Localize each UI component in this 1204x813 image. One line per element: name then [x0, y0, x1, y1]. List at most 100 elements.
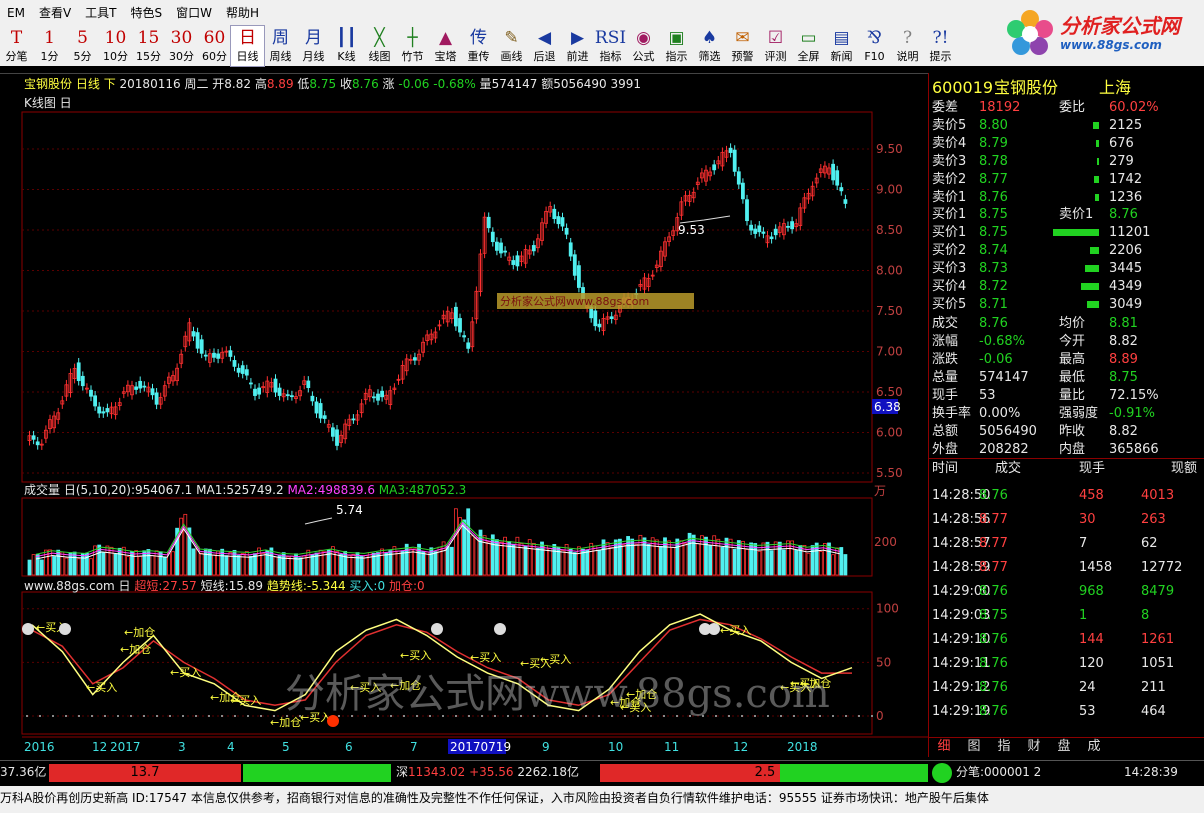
toolbar-button-8[interactable]: 周周线	[264, 26, 297, 66]
toolbar-button-23[interactable]: ☑ 评测	[759, 26, 792, 66]
connection-status-icon[interactable]	[932, 763, 952, 783]
time-axis-label: 9	[542, 740, 550, 754]
toolbar-button-26[interactable]: ⅋ F10	[858, 26, 891, 66]
buy-label: 买价1	[932, 225, 967, 240]
candle-body	[253, 388, 257, 396]
toolbar-button-1[interactable]: 1 1分	[33, 26, 66, 66]
toolbar-button-18[interactable]: RSI 指标	[594, 26, 627, 66]
toolbar-label-22: 预警	[731, 50, 754, 63]
menu-item-5[interactable]: 帮助H	[219, 0, 266, 26]
candle-body	[732, 149, 737, 172]
volume-bar	[68, 552, 73, 576]
volume-bar	[298, 557, 303, 576]
buy-volume: 11201	[1109, 225, 1151, 240]
toolbar-button-11[interactable]: ╳ 线图	[363, 26, 396, 66]
news-ticker[interactable]: 万科A股价再创历史新高 ID:17547 本信息仅供参考，招商银行对信息的准确性…	[0, 786, 1204, 813]
time-axis-label: 12	[733, 740, 748, 754]
quote-tab-0[interactable]: 细	[929, 738, 959, 757]
menu-item-4[interactable]: 窗口W	[169, 0, 219, 26]
quote-tab-3[interactable]: 财	[1019, 738, 1049, 757]
chart-area[interactable]: 宝钢股份 日线 下 20180116 周二 开8.82 高8.89 低8.75 …	[0, 73, 928, 757]
stat-row: 涨幅 -0.68% 今开 8.82	[929, 333, 1204, 351]
volume-bar-indicator	[1053, 229, 1099, 236]
toolbar-label-18: 指标	[599, 50, 622, 63]
toolbar-button-0[interactable]: T 分笔	[0, 26, 33, 66]
candle-body	[228, 350, 233, 357]
toolbar-button-14[interactable]: 传重传	[462, 26, 495, 66]
volume-bar	[425, 551, 430, 576]
menu-item-1[interactable]: 查看V	[32, 0, 78, 26]
quote-tab-4[interactable]: 盘	[1049, 738, 1079, 757]
candle-body	[273, 378, 278, 393]
sz-amt: 2262.18亿	[517, 765, 579, 779]
toolbar-button-16[interactable]: ◀ 后退	[528, 26, 561, 66]
toolbar-button-20[interactable]: ▣ 指示	[660, 26, 693, 66]
menu-item-0[interactable]: EM	[0, 0, 32, 26]
toolbar-label-12: 竹节	[401, 50, 424, 63]
indicator-qushi: 趋势线:-5.344	[266, 579, 346, 593]
toolbar-button-19[interactable]: ◉ 公式	[627, 26, 660, 66]
candle-body	[376, 393, 380, 401]
toolbar-button-3[interactable]: 10 10分	[99, 26, 132, 66]
toolbar-button-6[interactable]: 60 60分	[198, 26, 231, 66]
signal-label: ←加仓	[270, 715, 301, 729]
toolbar-button-27[interactable]: ? 说明	[891, 26, 924, 66]
candle-body	[212, 352, 216, 358]
candle-body	[335, 429, 339, 446]
menu-item-2[interactable]: 工具T	[78, 0, 123, 26]
stat-label: 现手	[932, 388, 959, 403]
toolbar-label-21: 筛选	[698, 50, 721, 63]
toolbar-button-4[interactable]: 15 15分	[132, 26, 165, 66]
toolbar-button-7[interactable]: 日日线	[230, 25, 265, 67]
toolbar-button-13[interactable]: ▲ 宝塔	[429, 26, 462, 66]
candle-body	[462, 335, 467, 338]
toolbar-button-28[interactable]: ?! 提示	[924, 26, 957, 66]
indicator-title: www.88gs.com 日	[24, 579, 131, 593]
candle-body	[831, 163, 835, 181]
toolbar-button-9[interactable]: 月月线	[297, 26, 330, 66]
toolbar-button-25[interactable]: ▤ 新闻	[825, 26, 858, 66]
volume-bar	[35, 554, 40, 576]
volume-bar	[392, 546, 397, 576]
toolbar-button-10[interactable]: ┃┃ K线	[330, 26, 363, 66]
tick-amount: 12772	[1141, 560, 1183, 575]
sell-volume: 2125	[1109, 118, 1143, 133]
candle-body	[199, 339, 204, 354]
volume-bar	[269, 547, 274, 576]
kline-frame	[21, 111, 873, 483]
quote-tab-1[interactable]: 图	[959, 738, 989, 757]
volume-bar	[548, 548, 553, 576]
candle-body	[564, 227, 569, 235]
quote-code: 600019	[932, 78, 994, 97]
quote-market: 上海	[1099, 78, 1132, 97]
candle-body	[486, 216, 491, 229]
toolbar-icon-22: ✉	[735, 28, 750, 48]
toolbar-button-2[interactable]: 5 5分	[66, 26, 99, 66]
quote-tab-2[interactable]: 指	[989, 738, 1019, 757]
toolbar-button-17[interactable]: ▶ 前进	[561, 26, 594, 66]
indicator-chaoduan: 超短:27.57	[134, 579, 197, 593]
volume-bar	[827, 542, 831, 576]
quote-tab-5[interactable]: 成	[1079, 738, 1109, 757]
toolbar-button-15[interactable]: ✎ 画线	[495, 26, 528, 66]
stat-value: -0.06	[979, 352, 1013, 367]
indicator-baseline-dot	[221, 715, 223, 717]
stat-value: 365866	[1109, 442, 1159, 457]
indicator-baseline-dot	[65, 715, 67, 717]
indicator-baseline-dot	[156, 715, 158, 717]
volume-bar	[843, 554, 848, 576]
signal-label: ←买入	[230, 694, 261, 707]
candle-body	[257, 387, 262, 395]
toolbar-label-27: 说明	[896, 50, 919, 63]
toolbar-button-21[interactable]: ♠ 筛选	[693, 26, 726, 66]
volume-bar	[626, 536, 630, 576]
volume-bar-indicator	[1095, 194, 1099, 201]
toolbar-button-12[interactable]: ┼ 竹节	[396, 26, 429, 66]
stat-label: 昨收	[1059, 424, 1086, 439]
volume-bar	[597, 549, 602, 576]
toolbar-button-24[interactable]: ▭ 全屏	[792, 26, 825, 66]
toolbar-button-22[interactable]: ✉ 预警	[726, 26, 759, 66]
menu-item-3[interactable]: 特色S	[124, 0, 170, 26]
volume-bar	[421, 551, 426, 576]
toolbar-button-5[interactable]: 30 30分	[165, 26, 198, 66]
